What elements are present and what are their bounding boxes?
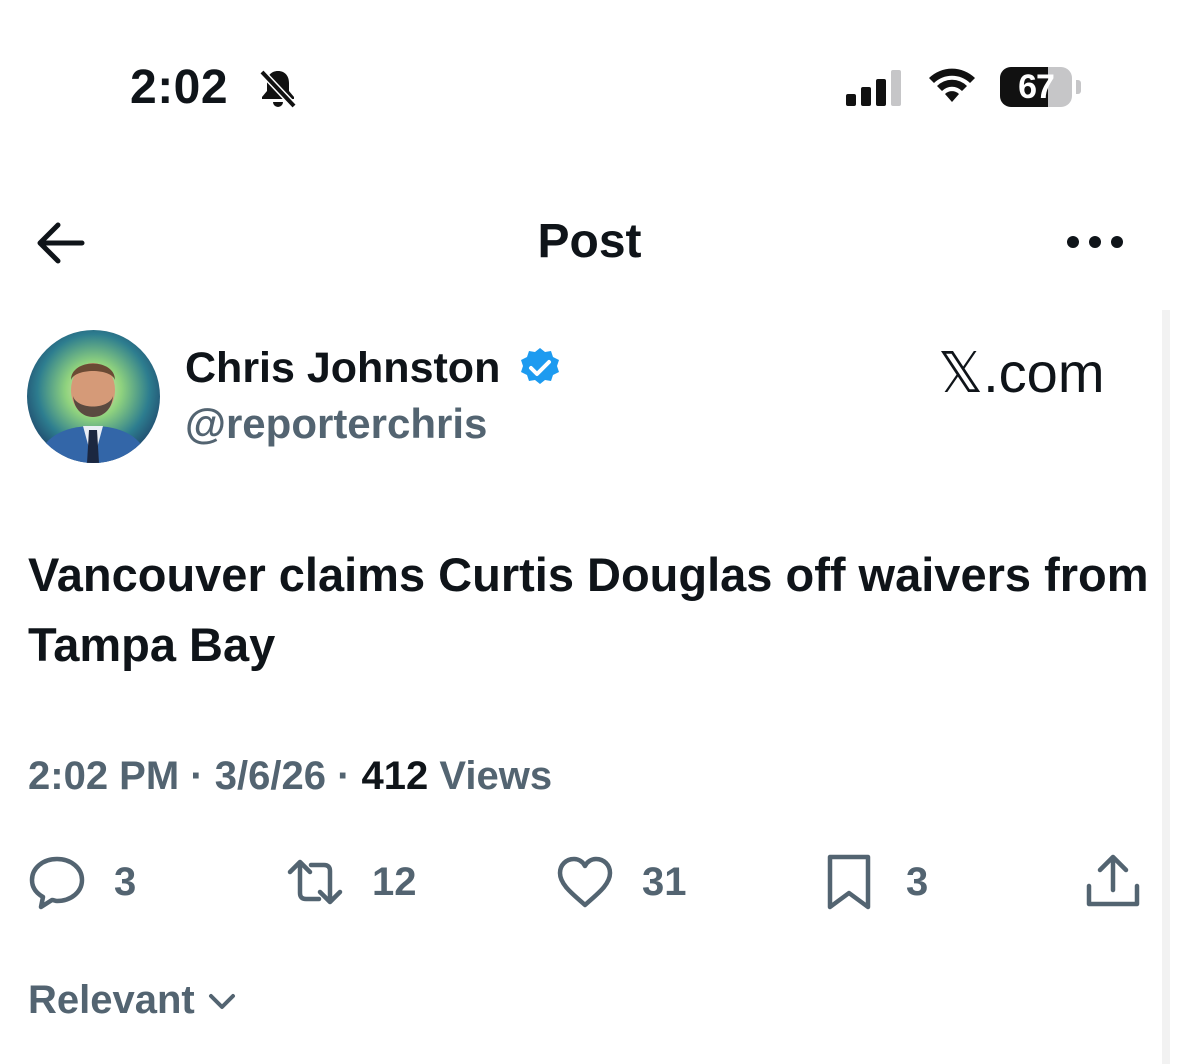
- more-icon[interactable]: [1066, 232, 1124, 252]
- like-count: 31: [642, 859, 687, 904]
- repost-button[interactable]: 12: [286, 852, 417, 912]
- bookmark-button[interactable]: 3: [820, 852, 928, 912]
- reply-count: 3: [114, 859, 137, 904]
- post-text: Vancouver claims Curtis Douglas off waiv…: [28, 548, 1149, 671]
- battery-level: 67: [1018, 68, 1055, 106]
- sort-label: Relevant: [28, 978, 195, 1022]
- bookmark-count: 3: [906, 859, 929, 904]
- repost-count: 12: [372, 859, 417, 904]
- repost-icon: [287, 859, 343, 905]
- like-icon: [557, 856, 613, 908]
- author-name[interactable]: Chris Johnston: [185, 344, 500, 393]
- author-handle[interactable]: @reporterchris: [185, 400, 487, 448]
- bell-slash-icon: [259, 69, 297, 109]
- wifi-icon: [929, 68, 975, 102]
- views-count[interactable]: 412: [362, 754, 429, 798]
- verified-icon[interactable]: [518, 346, 562, 390]
- status-time: 2:02: [130, 61, 229, 114]
- bookmark-icon: [827, 854, 871, 910]
- battery-icon: 67: [1000, 67, 1081, 107]
- post-meta: 2:02 PM · 3/6/26 · 412 Views: [28, 754, 552, 799]
- reply-icon: [29, 856, 85, 910]
- post-date[interactable]: 3/6/26: [215, 754, 326, 798]
- scrollbar-track: [1162, 310, 1170, 1064]
- meta-separator: ·: [337, 754, 351, 798]
- signal-icon: [846, 70, 901, 106]
- reply-button[interactable]: 3: [28, 852, 136, 912]
- x-com-watermark: 𝕏.com: [938, 341, 1105, 404]
- sort-dropdown[interactable]: Relevant: [28, 978, 239, 1023]
- share-icon[interactable]: [1084, 852, 1142, 910]
- views-label[interactable]: Views: [439, 754, 552, 798]
- avatar[interactable]: [27, 330, 160, 463]
- like-button[interactable]: 31: [556, 852, 687, 912]
- post-time[interactable]: 2:02 PM: [28, 754, 179, 798]
- chevron-down-icon: [208, 993, 235, 1009]
- meta-separator: ·: [190, 754, 204, 798]
- page-title: Post: [537, 215, 642, 268]
